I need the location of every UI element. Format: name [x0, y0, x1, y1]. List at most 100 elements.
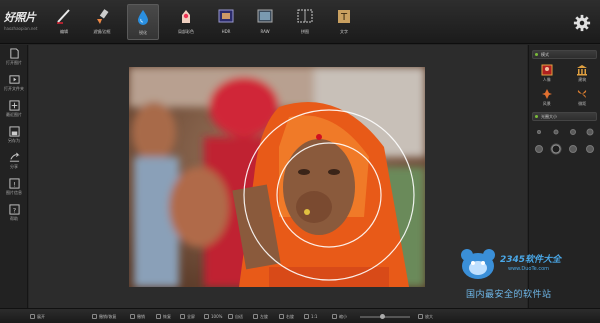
- sidebar-item-label: 图片信息: [6, 190, 22, 195]
- photo-image: [129, 67, 425, 287]
- info-icon: !: [8, 178, 20, 189]
- logo-text: 好照片: [4, 11, 36, 24]
- zoom-in-button[interactable]: 放大: [416, 312, 435, 321]
- mode-portrait[interactable]: 人像: [529, 62, 565, 84]
- sidebar-item-share[interactable]: 分享: [0, 152, 28, 175]
- svg-text:T: T: [340, 12, 348, 23]
- sidebar-item-save-as[interactable]: 另存为: [0, 126, 28, 149]
- tool-edit[interactable]: 编辑: [48, 4, 80, 40]
- building-icon: [577, 65, 588, 76]
- button-label: 撤销: [137, 314, 145, 319]
- sidebar-item-label: 帮助: [10, 216, 18, 221]
- partial-color-icon: [182, 10, 190, 23]
- button-label: 1:1: [311, 314, 318, 319]
- app-window: 好照片 haozhaopian.net 编辑 滤镜/边框 锐化 局部彩色 HDR…: [0, 0, 600, 323]
- sidebar-item-help[interactable]: ? 帮助: [0, 204, 28, 227]
- rotate-left-button[interactable]: 左旋: [251, 312, 270, 321]
- tool-raw[interactable]: RAW: [249, 4, 281, 40]
- button-label: 右旋: [286, 314, 294, 319]
- button-label: 左旋: [260, 314, 268, 319]
- size-section-title: 光圈大小: [541, 114, 557, 119]
- zoom-slider[interactable]: [360, 314, 410, 319]
- sidebar-item-info[interactable]: ! 图片信息: [0, 178, 28, 201]
- sidebar-item-label: 另存为: [8, 138, 20, 143]
- rotate-left-icon: [253, 314, 258, 319]
- zoom-slider-thumb[interactable]: [380, 314, 385, 319]
- tool-hdr[interactable]: HDR: [210, 4, 242, 40]
- tool-text-label: 文字: [340, 29, 348, 34]
- sidebar-item-label: 打开文件夹: [4, 86, 24, 91]
- watermark-site: 2345软件大全: [500, 255, 562, 265]
- mode-macro[interactable]: 微距: [565, 86, 600, 108]
- size-option[interactable]: [581, 126, 598, 137]
- macro-icon: [578, 90, 587, 98]
- one-to-one-button[interactable]: 1:1: [302, 312, 319, 321]
- tool-filter[interactable]: 滤镜/边框: [86, 4, 118, 40]
- image-canvas[interactable]: [29, 45, 527, 308]
- portrait-icon: [541, 64, 553, 76]
- sidebar-item-label: 分享: [10, 164, 18, 169]
- undo-button[interactable]: 撤销: [128, 312, 147, 321]
- mode-building[interactable]: 建筑: [565, 62, 600, 84]
- zoom-out-icon: [332, 314, 337, 319]
- actual-size-icon: [204, 314, 209, 319]
- size-option[interactable]: [548, 126, 565, 137]
- tool-collage[interactable]: 拼图: [289, 4, 321, 40]
- status-dot: [535, 115, 538, 118]
- size-option[interactable]: [581, 143, 598, 154]
- sidebar-item-label: 打开图片: [6, 60, 22, 65]
- recent-icon: [8, 100, 20, 111]
- tool-raw-label: RAW: [260, 29, 270, 34]
- tool-sharpen-label: 锐化: [139, 30, 147, 35]
- size-option[interactable]: [565, 126, 582, 137]
- tool-sharpen[interactable]: 锐化: [127, 4, 159, 40]
- size-option[interactable]: [565, 143, 582, 154]
- rotate-right-button[interactable]: 右旋: [277, 312, 296, 321]
- undo-icon: [130, 314, 135, 319]
- tool-partial-color[interactable]: 局部彩色: [170, 4, 202, 40]
- sidebar-item-open-folder[interactable]: 打开文件夹: [0, 74, 28, 97]
- button-label: 100%: [211, 314, 223, 319]
- undo-redo-button[interactable]: 撤销/恢复: [90, 312, 118, 321]
- fit-button[interactable]: 自适: [226, 312, 245, 321]
- size-section-header[interactable]: 光圈大小: [532, 112, 597, 121]
- watermark: 2345软件大全 www.DuoTe.com 国内最安全的软件站: [458, 246, 598, 304]
- mode-label: 建筑: [578, 77, 587, 82]
- zoom-in-icon: [418, 314, 423, 319]
- fullscreen-button[interactable]: 全屏: [178, 312, 197, 321]
- button-label: 自适: [235, 314, 243, 319]
- share-icon: [9, 152, 20, 162]
- edited-photo[interactable]: [129, 67, 425, 287]
- sidebar-item-open-file[interactable]: 打开图片: [0, 48, 28, 71]
- fullscreen-icon: [180, 314, 185, 319]
- help-icon: ?: [8, 204, 20, 215]
- tool-collage-label: 拼图: [301, 29, 309, 34]
- actual-size-button[interactable]: 100%: [202, 312, 224, 321]
- tool-text[interactable]: T 文字: [328, 4, 360, 40]
- size-option-selected[interactable]: [548, 143, 565, 154]
- gear-icon[interactable]: [573, 14, 591, 32]
- svg-text:!: !: [13, 180, 16, 188]
- button-label: 恢复: [163, 314, 171, 319]
- size-option[interactable]: [531, 126, 548, 137]
- mode-label: 风景: [542, 101, 551, 106]
- sidebar-item-recent[interactable]: 最近图片: [0, 100, 28, 123]
- button-label: 展开: [37, 314, 45, 319]
- collage-icon: [297, 9, 313, 23]
- text-icon: T: [338, 10, 350, 23]
- sharpen-drop-icon: [138, 10, 148, 25]
- mode-section-title: 模式: [541, 52, 549, 57]
- rotate-right-icon: [279, 314, 284, 319]
- expand-button[interactable]: 展开: [28, 312, 47, 321]
- mode-landscape[interactable]: 风景: [529, 86, 565, 108]
- status-dot: [535, 53, 538, 56]
- sidebar-item-label: 最近图片: [6, 112, 22, 117]
- size-option[interactable]: [531, 143, 548, 154]
- redo-button[interactable]: 恢复: [154, 312, 173, 321]
- raw-icon: [257, 9, 273, 23]
- mode-section-header[interactable]: 模式: [532, 50, 597, 59]
- watermark-url: www.DuoTe.com: [508, 266, 550, 272]
- edit-pen-icon: [57, 9, 70, 24]
- button-label: 全屏: [187, 314, 195, 319]
- zoom-out-button[interactable]: 缩小: [330, 312, 349, 321]
